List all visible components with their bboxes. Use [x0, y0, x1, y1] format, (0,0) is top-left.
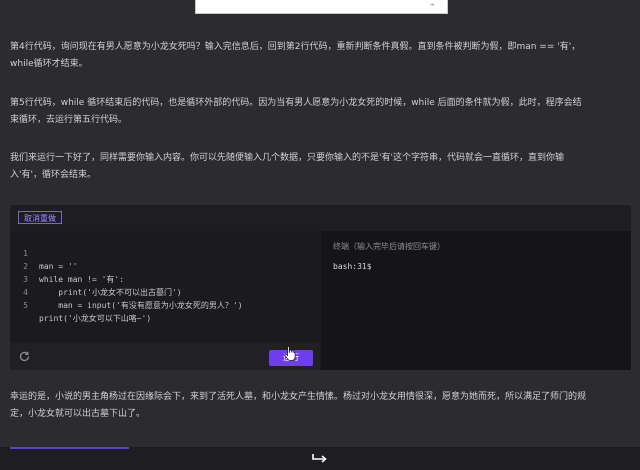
- line-number: 5: [23, 301, 28, 310]
- editor-footer: 运行: [10, 343, 320, 370]
- terminal-prompt: bash:31$: [333, 262, 372, 271]
- paragraph-story-ending: 幸运的是，小说的男主角杨过在因缘际会下，来到了活死人墓，和小龙女产生情愫。杨过对…: [10, 392, 587, 419]
- image-mark: ⌁: [430, 0, 435, 9]
- progress-accent: [10, 447, 129, 449]
- image-preview-strip: ⌁: [195, 0, 448, 14]
- refresh-icon[interactable]: [18, 350, 31, 363]
- code-text: man = input('有没有愿意为小龙女死的男人？'): [39, 301, 243, 310]
- code-line: 3 print('小龙女不可以出古墓门'): [10, 260, 181, 297]
- paragraph-run-instructions: 我们来运行一下好了，同样需要你输入内容。你可以先随便输入几个数据，只要你输入的不…: [10, 153, 564, 180]
- code-exercise-panel: 取消重做 1 man = '' 2 while man != '有': 3 pr…: [10, 205, 631, 370]
- paragraph-line5-explanation: 第5行代码，while 循环结束后的代码，也是循环外部的代码。因为当有男人愿意为…: [10, 98, 582, 125]
- code-text: print('小龙女可以下山咯~'): [39, 314, 152, 323]
- terminal-panel[interactable]: 终端（输入完毕后请按回车键） bash:31$: [321, 231, 631, 370]
- bottom-navigation-bar: [0, 447, 640, 470]
- code-text: while man != '有':: [39, 275, 125, 284]
- code-text: print('小龙女不可以出古墓门'): [39, 288, 182, 297]
- code-line: 5 print('小龙女可以下山咯~'): [10, 286, 151, 323]
- code-line: 4 man = input('有没有愿意为小龙女死的男人？'): [10, 273, 242, 310]
- paragraph-line4-explanation: 第4行代码，询问现在有男人愿意为小龙女死吗？输入完信息后，回到第2行代码，重新判…: [10, 42, 581, 69]
- enter-arrow-icon[interactable]: [312, 450, 329, 468]
- code-line: 1 man = '': [10, 234, 77, 271]
- code-text: man = '': [39, 262, 78, 271]
- code-editor[interactable]: 1 man = '' 2 while man != '有': 3 print('…: [10, 231, 320, 343]
- hand-cursor-icon: [284, 345, 296, 361]
- code-line: 2 while man != '有':: [10, 247, 124, 284]
- undo-redo-button[interactable]: 取消重做: [18, 211, 62, 224]
- terminal-title: 终端（输入完毕后请按回车键）: [333, 242, 445, 251]
